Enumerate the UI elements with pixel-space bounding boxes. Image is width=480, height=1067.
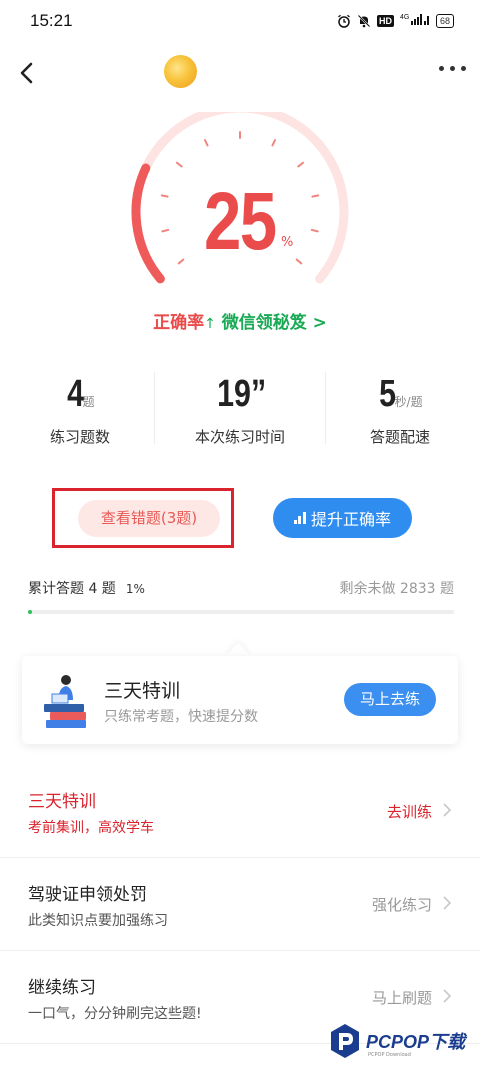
mute-bell-icon [357,14,371,27]
recommendation-list: 三天特训 考前集训，高效学车 去训练 驾驶证申领处罚 此类知识点要加强练习 强化… [0,765,480,1044]
wechat-tips-link[interactable]: 微信领秘笈 > [222,313,327,333]
accuracy-caption: 正确率↑ 微信领秘笈 > [0,308,480,333]
gauge-tick [177,258,185,265]
gauge-tick [311,194,320,198]
accuracy-value: 25 [204,176,277,267]
stat-question-count: 4题 练习题数 [0,368,160,448]
gauge-tick [310,228,319,233]
stat-unit: 秒/题 [394,395,423,409]
list-item-subtitle: 此类知识点要加强练习 [28,913,168,929]
hd-icon: HD [376,14,394,27]
list-item-subtitle: 一口气，分分钟刷完这些题! [28,1006,202,1022]
up-arrow-icon: ↑ [204,316,216,332]
three-day-training-card[interactable]: 三天特训 只练常考题，快速提分数 马上去练 [22,656,458,744]
gauge-tick [203,139,209,147]
list-item-title: 继续练习 [28,978,96,998]
list-item-three-day-training[interactable]: 三天特训 考前集训，高效学车 去训练 [0,765,480,858]
nav-bar [0,50,480,98]
start-practice-button[interactable]: 马上去练 [344,683,436,716]
battery-icon: 68 [435,13,454,28]
back-arrow-icon[interactable] [16,58,38,88]
stat-value: 4 [67,373,85,415]
stat-value: 19” [217,373,267,415]
list-item-action[interactable]: 马上刷题 [372,987,432,1008]
card-subtitle: 只练常考题，快速提分数 [104,709,258,725]
gauge-tick [297,161,305,168]
list-item-action[interactable]: 去训练 [387,801,432,822]
gauge-tick [175,161,183,168]
gauge-tick [160,194,169,198]
avatar[interactable] [164,55,197,88]
chevron-right-icon [443,896,452,910]
list-item-action[interactable]: 强化练习 [372,894,432,915]
gauge-tick [271,139,277,147]
remaining-count: 剩余未做 2833 题 [339,581,454,597]
watermark-text: PCPOP下载 [366,1032,466,1052]
reading-person-icon [44,675,86,728]
accuracy-label: 正确率 [153,313,205,333]
stat-value: 5 [379,373,397,415]
watermark-small-text: PCPOP Download [368,1052,411,1058]
4g-signal-icon: 4G [400,12,430,29]
progress-fill [28,610,33,614]
chevron-right-icon [443,803,452,817]
status-time: 15:21 [30,11,73,30]
status-bar: 15:21 HD 4G 68 [0,0,480,42]
accuracy-unit: % [281,235,294,250]
stat-unit: 题 [82,395,95,409]
card-title: 三天特训 [104,680,181,702]
progress-percent: 1% [125,582,145,596]
stat-pace: 5秒/题 答题配速 [320,368,480,448]
chevron-right-icon [443,989,452,1003]
list-item-title: 三天特训 [28,792,96,812]
progress-info: 累计答题 4 题 1% 剩余未做 2833 题 [28,578,454,598]
list-item-title: 驾驶证申领处罚 [28,885,147,905]
stats-divider [325,372,326,444]
status-icons: HD 4G 68 [337,12,454,29]
gauge-fill [131,163,165,284]
gauge-tick [161,228,170,233]
stats-divider [154,372,155,444]
total-answered: 累计答题 4 题 [28,581,116,597]
stat-label: 本次练习时间 [194,428,285,446]
list-item-subtitle: 考前集训，高效学车 [28,820,154,836]
improve-accuracy-button[interactable]: 提升正确率 [273,498,412,538]
stats-row: 4题 练习题数 19” 本次练习时间 5秒/题 答题配速 [0,368,480,448]
stat-label: 练习题数 [49,428,110,446]
gauge-tick [295,258,303,265]
list-item-license-penalty[interactable]: 驾驶证申领处罚 此类知识点要加强练习 强化练习 [0,858,480,951]
view-mistakes-button[interactable]: 查看错题(3题) [78,500,220,537]
stat-label: 答题配速 [369,428,430,446]
improve-accuracy-label: 提升正确率 [310,510,391,529]
pcpop-logo-icon [331,1024,359,1058]
svg-text:4G: 4G [400,14,409,21]
pcpop-watermark: PCPOP下载 PCPOP Download [328,1022,480,1064]
progress-bar [28,610,454,614]
bar-chart-icon [293,512,306,524]
more-menu-icon[interactable] [439,66,466,71]
alarm-icon [338,14,350,28]
stat-practice-time: 19” 本次练习时间 [160,368,320,448]
